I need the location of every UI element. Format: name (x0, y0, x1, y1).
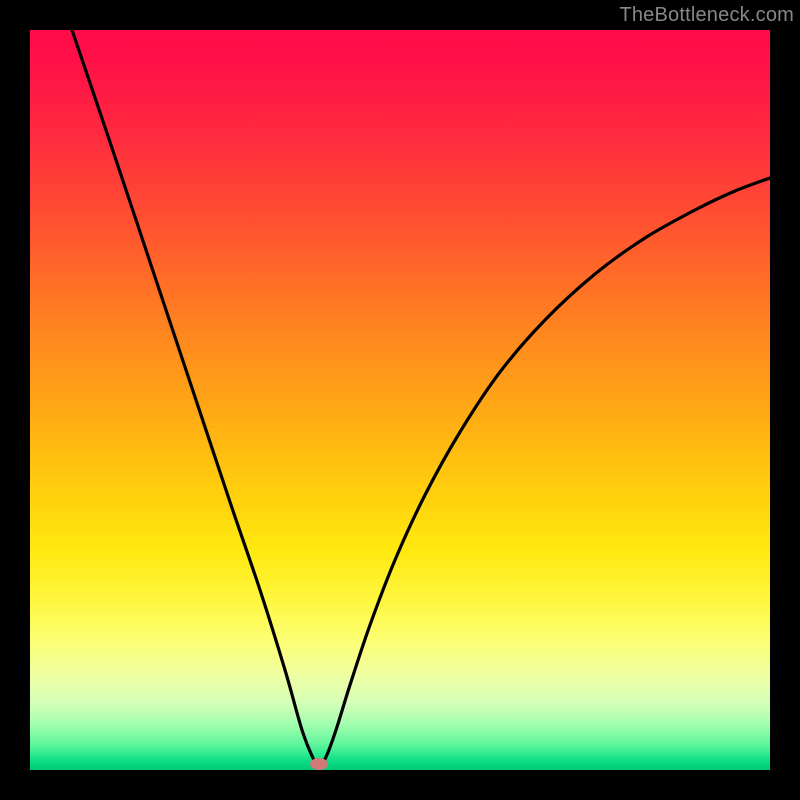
bottleneck-curve (30, 30, 770, 770)
plot-area (30, 30, 770, 770)
minimum-marker (310, 758, 328, 770)
watermark-text: TheBottleneck.com (619, 4, 794, 27)
chart-frame: TheBottleneck.com (0, 0, 800, 800)
